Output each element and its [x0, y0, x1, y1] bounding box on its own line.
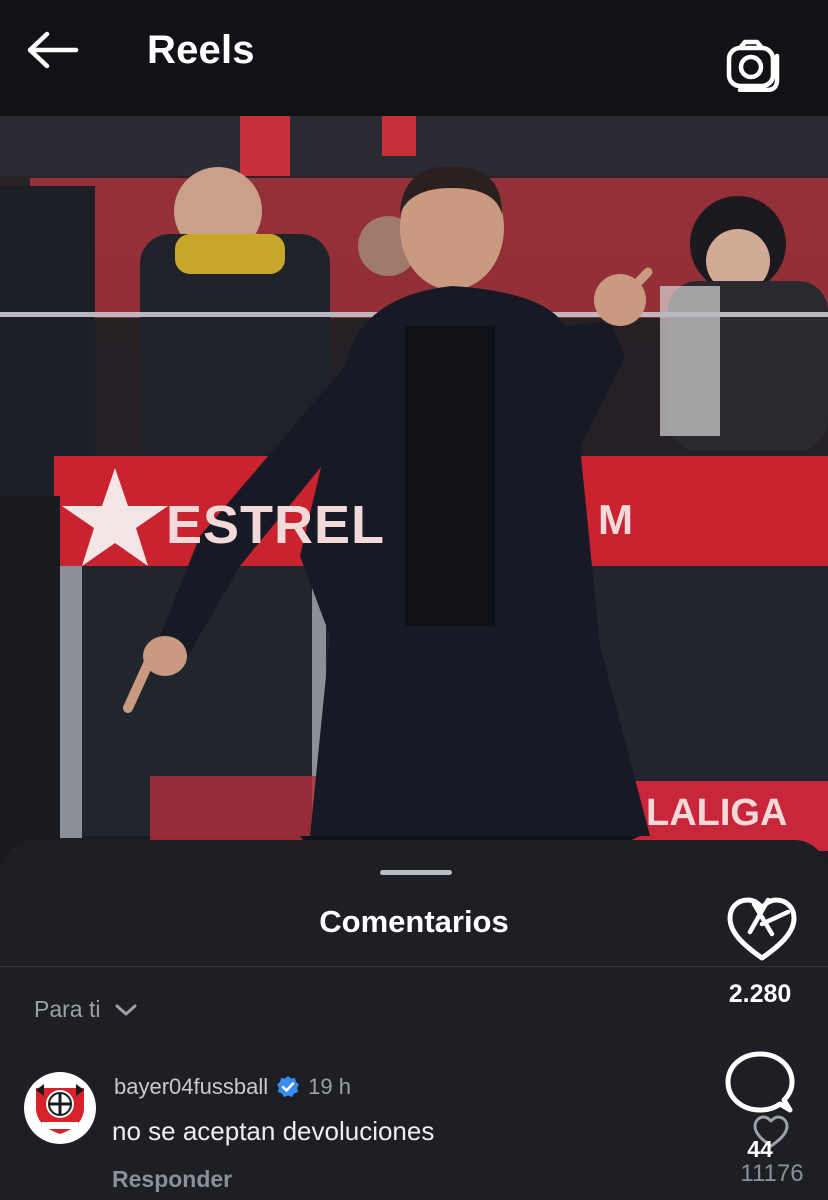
filter-label: Para ti	[34, 996, 101, 1022]
chevron-down-icon	[115, 1004, 137, 1015]
top-bar: Reels	[0, 0, 828, 116]
camera-button[interactable]	[724, 38, 782, 93]
drag-handle[interactable]	[380, 870, 452, 875]
laliga-board-text: LALIGA	[646, 792, 788, 834]
reply-button[interactable]: Responder	[112, 1166, 232, 1193]
comments-button[interactable]	[724, 1048, 796, 1116]
back-button[interactable]	[22, 24, 84, 76]
camera-icon	[726, 39, 780, 93]
banner-text-left: ESTREL	[166, 495, 386, 555]
bayer-logo-icon	[36, 1084, 84, 1134]
divider	[0, 966, 828, 967]
verified-badge-icon	[277, 1076, 300, 1097]
like-button[interactable]	[724, 894, 800, 964]
avatar[interactable]	[24, 1072, 96, 1144]
comment-like-count: 11176	[740, 1160, 804, 1187]
comment-item: bayer04fussball 19 h no se aceptan devol…	[24, 1068, 704, 1198]
arrow-left-icon	[27, 31, 79, 69]
heart-icon	[727, 897, 797, 961]
comment-count: 44	[747, 1136, 773, 1162]
comment-text: no se aceptan devoluciones	[112, 1116, 435, 1146]
page-title: Reels	[147, 28, 255, 72]
comments-filter-dropdown[interactable]: Para ti	[34, 996, 138, 1023]
comments-sheet: Comentarios Para ti bayer04fussball 19 h…	[0, 840, 828, 1200]
reel-video[interactable]: ESTREL M LALIGA	[0, 116, 828, 876]
banner-text-right: M	[598, 496, 634, 543]
video-frame-image	[0, 116, 828, 876]
comment-meta: bayer04fussball 19 h	[114, 1074, 351, 1100]
comment-username[interactable]: bayer04fussball	[114, 1074, 268, 1100]
like-count: 2.280	[728, 980, 792, 1008]
comment-bubble-icon	[725, 1051, 795, 1113]
comments-title: Comentarios	[319, 904, 509, 939]
comment-timestamp: 19 h	[308, 1074, 351, 1099]
